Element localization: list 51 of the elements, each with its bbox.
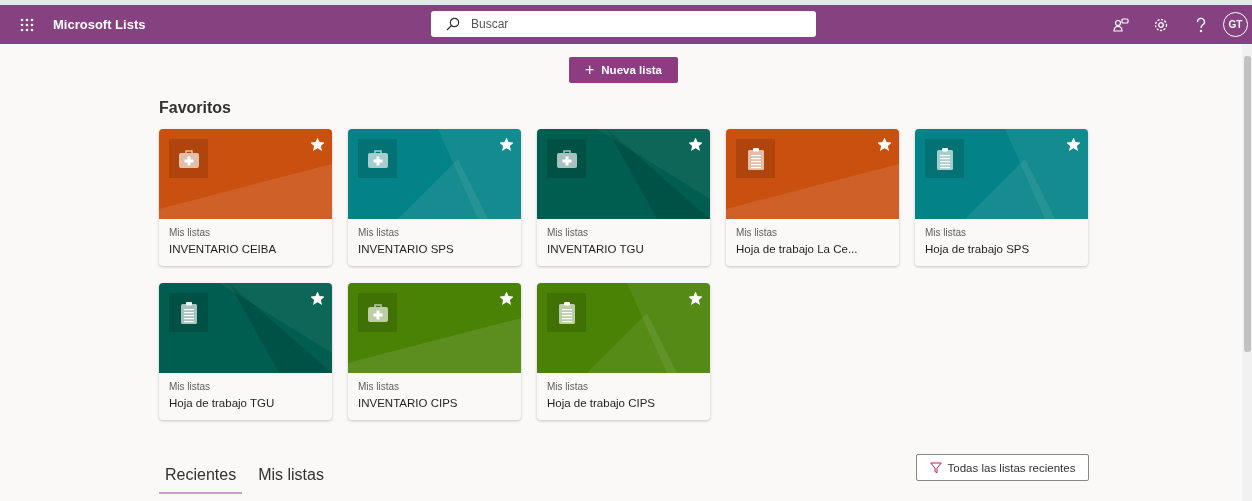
clipboard-icon bbox=[547, 293, 586, 332]
favorite-star-icon[interactable] bbox=[500, 292, 513, 305]
tab[interactable]: Mis listas bbox=[252, 463, 330, 494]
new-list-button[interactable]: + Nueva lista bbox=[569, 57, 678, 83]
favorite-star-icon[interactable] bbox=[689, 138, 702, 151]
list-title: INVENTARIO CIPS bbox=[358, 397, 459, 409]
medical-kit-icon bbox=[358, 139, 397, 178]
favorite-star-icon[interactable] bbox=[689, 292, 702, 305]
app-launcher-icon[interactable] bbox=[20, 17, 34, 32]
search-icon bbox=[446, 17, 460, 31]
app-title: Microsoft Lists bbox=[53, 17, 146, 32]
list-card[interactable]: Mis listas INVENTARIO TGU bbox=[537, 129, 710, 266]
list-card[interactable]: Mis listas Hoja de trabajo La Ce... bbox=[726, 129, 899, 266]
medical-kit-icon bbox=[547, 139, 586, 178]
favorite-star-icon[interactable] bbox=[878, 138, 891, 151]
list-title: Hoja de trabajo CIPS bbox=[547, 397, 657, 409]
list-card[interactable]: Mis listas INVENTARIO SPS bbox=[348, 129, 521, 266]
medical-kit-icon bbox=[358, 293, 397, 332]
list-card[interactable]: Mis listas INVENTARIO CIPS bbox=[348, 283, 521, 420]
list-location: Mis listas bbox=[358, 381, 401, 392]
favorite-star-icon[interactable] bbox=[500, 138, 513, 151]
list-title: INVENTARIO TGU bbox=[547, 243, 645, 255]
list-location: Mis listas bbox=[736, 227, 779, 238]
list-location: Mis listas bbox=[169, 227, 212, 238]
list-location: Mis listas bbox=[547, 381, 590, 392]
list-title: INVENTARIO SPS bbox=[358, 243, 455, 255]
medical-kit-icon bbox=[169, 139, 208, 178]
tab[interactable]: Recientes bbox=[159, 463, 243, 494]
list-card[interactable]: Mis listas Hoja de trabajo SPS bbox=[915, 129, 1088, 266]
list-title: Hoja de trabajo TGU bbox=[169, 397, 276, 409]
list-location: Mis listas bbox=[169, 381, 212, 392]
list-title: Hoja de trabajo La Ce... bbox=[736, 243, 859, 255]
list-card[interactable]: Mis listas Hoja de trabajo CIPS bbox=[537, 283, 710, 420]
search-field[interactable]: Buscar bbox=[431, 11, 816, 37]
list-title: Hoja de trabajo SPS bbox=[925, 243, 1031, 255]
clipboard-icon bbox=[736, 139, 775, 178]
filter-icon bbox=[929, 461, 942, 474]
list-title: INVENTARIO CEIBA bbox=[169, 243, 278, 255]
section-heading: Favoritos bbox=[159, 99, 232, 117]
list-location: Mis listas bbox=[358, 227, 401, 238]
filter-button[interactable]: Todas las listas recientes bbox=[916, 454, 1089, 481]
scrollbar[interactable] bbox=[1242, 44, 1252, 501]
list-card[interactable]: Mis listas Hoja de trabajo TGU bbox=[159, 283, 332, 420]
clipboard-icon bbox=[169, 293, 208, 332]
favorite-star-icon[interactable] bbox=[311, 292, 324, 305]
clipboard-icon bbox=[925, 139, 964, 178]
favorite-star-icon[interactable] bbox=[311, 138, 324, 151]
list-location: Mis listas bbox=[925, 227, 968, 238]
list-location: Mis listas bbox=[547, 227, 590, 238]
list-card[interactable]: Mis listas INVENTARIO CEIBA bbox=[159, 129, 332, 266]
favorite-star-icon[interactable] bbox=[1067, 138, 1080, 151]
